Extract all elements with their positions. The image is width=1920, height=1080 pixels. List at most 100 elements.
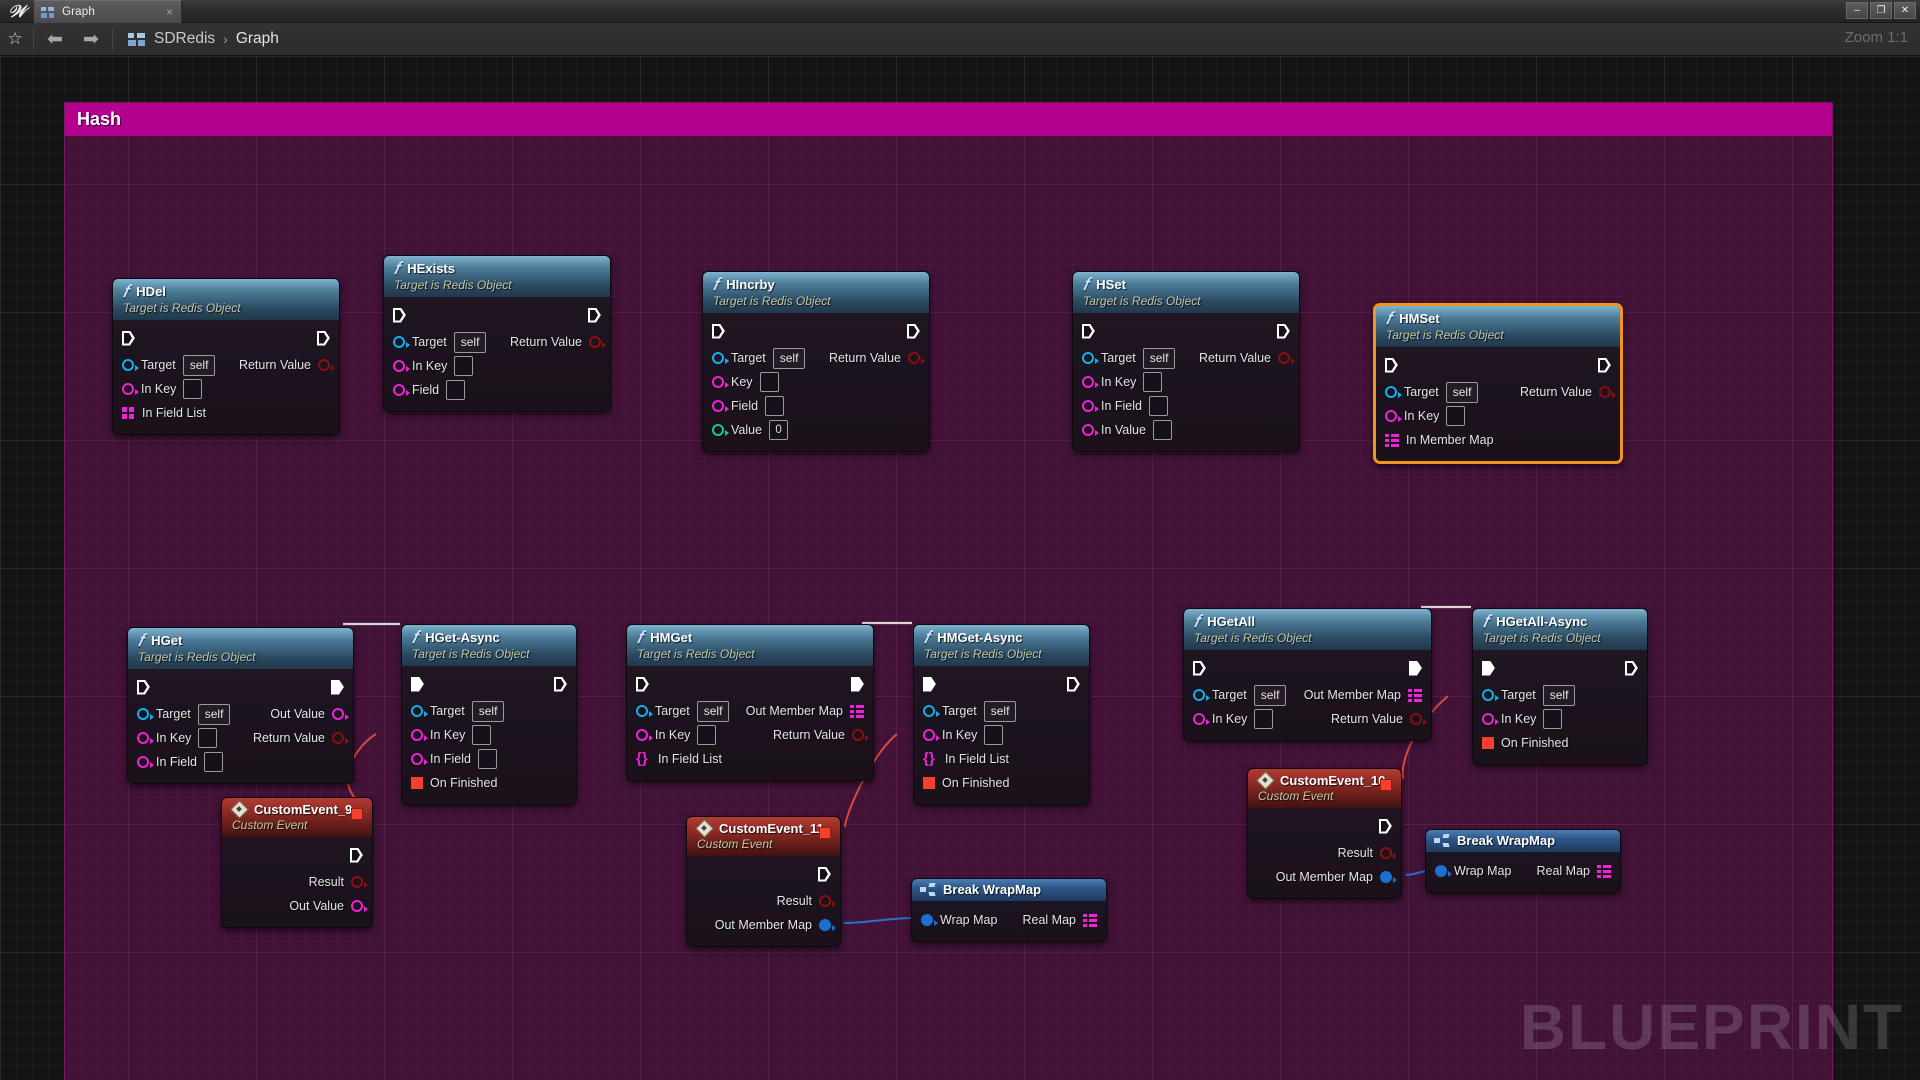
exec-output-pin[interactable]	[1409, 661, 1422, 676]
output-pin-return-value[interactable]: Return Value	[1520, 385, 1616, 399]
target-self-field[interactable]: self	[471, 700, 505, 722]
blueprint-graph-canvas[interactable]: Hash BLUEPRINT 𝑓 HDel Target is Redis Obj…	[0, 56, 1920, 1080]
string-pin-icon[interactable]	[332, 708, 349, 720]
node-customevent10[interactable]: CustomEvent_10 Custom Event Result Out M…	[1247, 768, 1402, 899]
string-pin-icon[interactable]	[712, 376, 729, 388]
output-pin-result[interactable]: Result	[777, 894, 836, 908]
delegate-output-pin[interactable]	[351, 808, 363, 820]
string-pin-icon[interactable]	[122, 383, 139, 395]
comment-header[interactable]: Hash	[65, 103, 1832, 136]
exec-input-pin[interactable]	[411, 677, 424, 692]
string-pin-icon[interactable]	[1482, 713, 1499, 725]
output-pin-real-map[interactable]: Real Map	[1023, 913, 1097, 927]
tab-graph[interactable]: Graph ×	[34, 0, 182, 23]
field-input[interactable]	[765, 396, 785, 416]
node-header[interactable]: CustomEvent_10 Custom Event	[1248, 769, 1401, 808]
close-icon[interactable]: ×	[164, 5, 175, 19]
output-pin-result[interactable]: Result	[1338, 846, 1397, 860]
input-pin-target[interactable]: Target self	[923, 700, 1017, 722]
output-pin-return-value[interactable]: Return Value	[510, 335, 606, 349]
node-header[interactable]: Break WrapMap	[1426, 830, 1620, 852]
input-pin-in-key[interactable]: In Key	[1385, 406, 1466, 426]
struct-pin-icon[interactable]	[921, 914, 938, 926]
input-pin-target[interactable]: Target self	[411, 700, 505, 722]
input-pin-in-field-list[interactable]: In Field List	[122, 406, 206, 420]
favorite-star-icon[interactable]: ☆	[0, 29, 30, 49]
string-pin-icon[interactable]	[923, 729, 940, 741]
in-key-input[interactable]	[697, 725, 717, 745]
set-pin-icon[interactable]: {}	[636, 751, 651, 766]
output-pin-out-value[interactable]: Out Value	[270, 707, 349, 721]
map-pin-icon[interactable]	[1597, 864, 1611, 878]
input-pin-in-field[interactable]: In Field	[1082, 396, 1168, 416]
input-pin-field[interactable]: Field	[393, 380, 466, 400]
in-field-input[interactable]	[204, 752, 223, 772]
input-pin-on-finished[interactable]: On Finished	[411, 776, 497, 790]
input-pin-in-field[interactable]: In Field	[411, 749, 497, 769]
struct-pin-icon[interactable]	[1380, 871, 1397, 883]
map-pin-icon[interactable]	[1385, 433, 1399, 447]
string-pin-icon[interactable]	[636, 729, 653, 741]
target-self-field[interactable]: self	[197, 703, 231, 725]
input-pin-in-field[interactable]: In Field	[137, 752, 223, 772]
output-pin-return-value[interactable]: Return Value	[1199, 351, 1295, 365]
delegate-pin-icon[interactable]	[1482, 737, 1494, 749]
node-header[interactable]: CustomEvent_9 Custom Event	[222, 798, 372, 837]
string-pin-icon[interactable]	[393, 384, 410, 396]
node-hincrby[interactable]: 𝑓 HIncrby Target is Redis Object Target s…	[702, 271, 930, 452]
exec-output-pin[interactable]	[1625, 661, 1638, 676]
output-pin-return-value[interactable]: Return Value	[829, 351, 925, 365]
object-pin-icon[interactable]	[1193, 689, 1210, 701]
node-header[interactable]: 𝑓 HGetAll-Async Target is Redis Object	[1473, 609, 1647, 650]
string-pin-icon[interactable]	[1193, 713, 1210, 725]
input-pin-target[interactable]: Target self	[137, 703, 231, 725]
node-header[interactable]: 𝑓 HExists Target is Redis Object	[384, 256, 610, 297]
target-self-field[interactable]: self	[696, 700, 730, 722]
restore-button[interactable]: ❐	[1870, 2, 1892, 19]
node-header[interactable]: 𝑓 HMGet-Async Target is Redis Object	[914, 625, 1089, 666]
exec-output-pin[interactable]	[554, 677, 567, 692]
delegate-pin-icon[interactable]	[411, 777, 423, 789]
in-key-input[interactable]	[198, 728, 218, 748]
target-self-field[interactable]: self	[1142, 347, 1176, 369]
object-pin-icon[interactable]	[1082, 352, 1099, 364]
input-pin-in-field-list[interactable]: {} In Field List	[923, 751, 1009, 766]
target-self-field[interactable]: self	[182, 354, 216, 376]
output-pin-return-value[interactable]: Return Value	[239, 358, 335, 372]
in-key-input[interactable]	[1543, 709, 1563, 729]
map-pin-icon[interactable]	[1083, 913, 1097, 927]
input-pin-key[interactable]: Key	[712, 372, 779, 392]
key-input[interactable]	[759, 372, 779, 392]
int-pin-icon[interactable]	[712, 424, 729, 436]
in-key-input[interactable]	[472, 725, 492, 745]
exec-input-pin[interactable]	[122, 331, 135, 346]
output-pin-result[interactable]: Result	[309, 875, 368, 889]
input-pin-target[interactable]: Target self	[1482, 684, 1576, 706]
input-pin-in-field-list[interactable]: {} In Field List	[636, 751, 722, 766]
delegate-output-pin[interactable]	[819, 827, 831, 839]
delegate-output-pin[interactable]	[1380, 779, 1392, 791]
node-header[interactable]: 𝑓 HDel Target is Redis Object	[113, 279, 339, 320]
target-self-field[interactable]: self	[772, 347, 806, 369]
exec-output-pin[interactable]	[588, 308, 601, 323]
in-value-input[interactable]	[1152, 420, 1172, 440]
output-pin-real-map[interactable]: Real Map	[1537, 864, 1611, 878]
node-header[interactable]: 𝑓 HGet Target is Redis Object	[128, 628, 353, 669]
node-customevent9[interactable]: CustomEvent_9 Custom Event Result Out Va…	[221, 797, 373, 928]
exec-input-pin[interactable]	[1082, 324, 1095, 339]
exec-output-pin[interactable]	[1277, 324, 1290, 339]
object-pin-icon[interactable]	[411, 705, 428, 717]
bool-pin-icon[interactable]	[1278, 352, 1295, 364]
bool-pin-icon[interactable]	[1380, 847, 1397, 859]
exec-output-pin[interactable]	[1067, 677, 1080, 692]
input-pin-in-key[interactable]: In Key	[137, 728, 218, 748]
node-header[interactable]: 𝑓 HSet Target is Redis Object	[1073, 272, 1299, 313]
target-self-field[interactable]: self	[1445, 381, 1479, 403]
string-pin-icon[interactable]	[137, 732, 154, 744]
exec-output-pin[interactable]	[907, 324, 920, 339]
target-self-field[interactable]: self	[1253, 684, 1287, 706]
in-key-input[interactable]	[1143, 372, 1163, 392]
string-pin-icon[interactable]	[1082, 400, 1099, 412]
bool-pin-icon[interactable]	[351, 876, 368, 888]
output-pin-return-value[interactable]: Return Value	[1331, 712, 1427, 726]
